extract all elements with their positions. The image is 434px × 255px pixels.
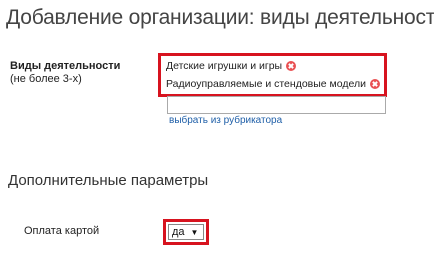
card-payment-highlight: да ▼ (163, 219, 209, 245)
remove-circle-icon[interactable] (369, 79, 380, 89)
page: Добавление организации: виды деятельност… (0, 0, 434, 255)
activity-tag-label: Радиоуправляемые и стендовые модели (166, 78, 366, 90)
card-payment-value: да (172, 226, 185, 238)
remove-circle-icon[interactable] (286, 61, 297, 71)
selected-activities-box: Детские игрушки и игры Радиоуправляемые … (158, 53, 387, 97)
card-payment-select[interactable]: да ▼ (168, 224, 204, 240)
activities-label: Виды деятельности (10, 60, 121, 72)
rubricator-link[interactable]: выбрать из рубрикатора (169, 115, 282, 126)
activity-tag-label: Детские игрушки и игры (166, 60, 283, 72)
activity-tag: Радиоуправляемые и стендовые модели (166, 76, 380, 92)
activity-search-input[interactable] (167, 96, 386, 114)
dropdown-arrow-icon: ▼ (190, 227, 199, 237)
card-payment-label: Оплата картой (24, 225, 100, 237)
page-title: Добавление организации: виды деятельност… (6, 6, 434, 29)
activities-hint: (не более 3-х) (10, 73, 82, 85)
section-title: Дополнительные параметры (8, 172, 209, 189)
activity-tag: Детские игрушки и игры (166, 58, 297, 74)
